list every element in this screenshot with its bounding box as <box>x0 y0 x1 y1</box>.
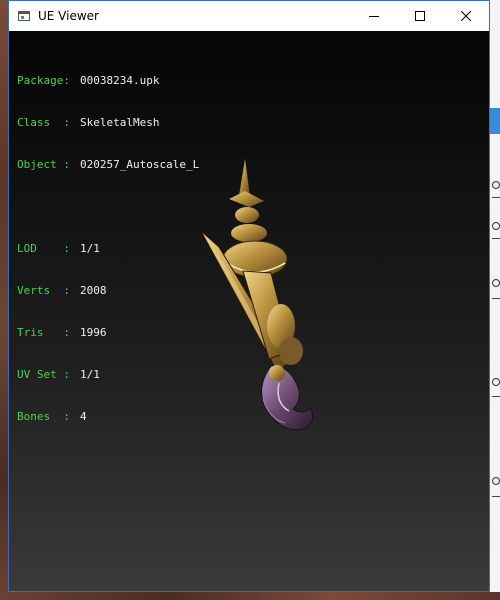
info-label: LOD : <box>17 242 70 255</box>
desktop-background-bottom <box>0 592 500 600</box>
info-row-object: Object :020257_Autoscale_L <box>17 158 199 172</box>
info-label: UV Set : <box>17 368 70 381</box>
info-label: Tris : <box>17 326 70 339</box>
minimize-icon <box>369 16 379 17</box>
info-row-bones: Bones : 4 <box>17 410 199 424</box>
background-glyph <box>492 378 500 386</box>
info-value: SkeletalMesh <box>80 116 160 129</box>
window-app-icon[interactable] <box>18 11 30 21</box>
background-glyph <box>492 477 500 485</box>
info-value: 2008 <box>80 284 107 297</box>
info-row-class: Class : SkeletalMesh <box>17 116 199 130</box>
background-window-edge <box>490 0 500 600</box>
background-divider <box>492 496 500 497</box>
close-icon <box>461 11 471 21</box>
info-row-package: Package: 00038234.upk <box>17 74 199 88</box>
window-controls <box>351 1 489 31</box>
background-divider <box>492 396 500 397</box>
info-label: Object : <box>17 158 70 171</box>
skeletal-mesh-model[interactable] <box>179 151 339 451</box>
maximize-button[interactable] <box>397 1 443 31</box>
3d-viewport[interactable]: Package: 00038234.upk Class : SkeletalMesh… <box>9 31 489 591</box>
info-value: 1/1 <box>80 242 100 255</box>
background-glyph <box>492 181 500 189</box>
mesh-info-overlay: Package: 00038234.upk Class : SkeletalMesh… <box>17 46 199 452</box>
info-label: Package: <box>17 74 70 87</box>
info-value: 4 <box>80 410 87 423</box>
window-title: UE Viewer <box>38 9 99 23</box>
info-label: Verts : <box>17 284 70 297</box>
title-bar[interactable]: UE Viewer <box>9 1 489 31</box>
desktop-background-left <box>0 0 8 600</box>
info-row-verts: Verts : 2008 <box>17 284 199 298</box>
info-label: Bones : <box>17 410 70 423</box>
info-label: Class : <box>17 116 70 129</box>
background-divider <box>492 197 500 198</box>
info-row-lod: LOD : 1/1 <box>17 242 199 256</box>
background-divider <box>492 238 500 239</box>
info-row-tris: Tris : 1996 <box>17 326 199 340</box>
minimize-button[interactable] <box>351 1 397 31</box>
info-row-uv-set: UV Set : 1/1 <box>17 368 199 382</box>
maximize-icon <box>415 11 425 21</box>
info-value: 1/1 <box>80 368 100 381</box>
background-divider <box>492 298 500 299</box>
ue-viewer-window: UE Viewer Package: 00038234.upk Class : Sk… <box>8 0 490 592</box>
background-glyph <box>492 222 500 230</box>
background-glyph <box>492 279 500 287</box>
info-value: 00038234.upk <box>80 74 160 87</box>
background-window-accent <box>490 108 500 134</box>
close-button[interactable] <box>443 1 489 31</box>
info-value: 1996 <box>80 326 107 339</box>
